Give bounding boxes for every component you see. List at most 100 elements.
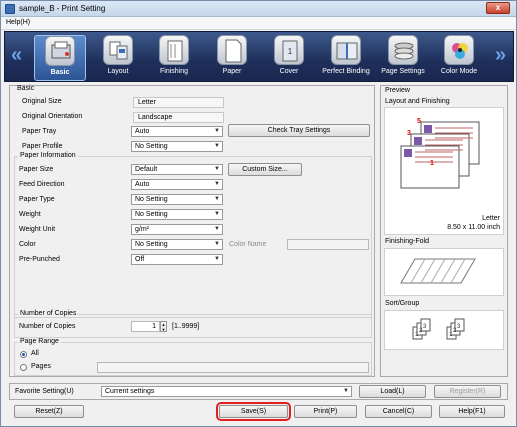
weight-label: Weight xyxy=(19,211,41,218)
tab-cover[interactable]: 1 Cover xyxy=(263,35,315,81)
original-orientation-value: Landscape xyxy=(133,112,224,123)
tab-finishing-label: Finishing xyxy=(159,68,188,75)
paper-type-value: No Setting xyxy=(135,196,168,203)
settings-toolbar: « Basic Layout Finishing Paper 1 Cover P… xyxy=(4,31,514,82)
weight-unit-select[interactable]: g/m² ▼ xyxy=(131,224,223,235)
perfect-binding-icon xyxy=(331,35,361,65)
paper-profile-select[interactable]: No Setting ▼ xyxy=(131,141,223,152)
page-range-pages-label: Pages xyxy=(31,363,51,370)
pages-input[interactable] xyxy=(97,362,369,373)
page-stack-preview-icon xyxy=(400,121,480,189)
menu-help[interactable]: Help(H) xyxy=(6,19,30,26)
save-button[interactable]: Save(S) xyxy=(216,402,291,421)
color-select[interactable]: No Setting ▼ xyxy=(131,239,223,250)
paper-size-label: Paper Size xyxy=(19,166,54,173)
chevron-down-icon: ▼ xyxy=(214,256,220,262)
copies-group: Number of Copies Number of Copies 1 ▲ ▼ [… xyxy=(14,310,372,338)
finishing-icon xyxy=(159,35,189,65)
scroll-left-icon[interactable]: « xyxy=(11,44,22,67)
tab-color-mode[interactable]: Color Mode xyxy=(433,35,485,81)
cancel-button[interactable]: Cancel(C) xyxy=(365,405,432,418)
tab-finishing[interactable]: Finishing xyxy=(148,35,200,81)
original-size-label: Original Size xyxy=(22,98,62,105)
page-number-1: 1 xyxy=(430,160,434,167)
feed-direction-value: Auto xyxy=(135,181,150,188)
paper-tray-label: Paper Tray xyxy=(22,128,57,135)
chevron-down-icon: ▼ xyxy=(214,226,220,232)
copies-spinner[interactable]: ▲ ▼ xyxy=(160,321,167,332)
paper-tray-select[interactable]: Auto ▼ xyxy=(131,126,223,137)
preview-panel: Preview Layout and Finishing 5 3 1 Lette… xyxy=(380,85,508,377)
weight-unit-label: Weight Unit xyxy=(19,226,56,233)
fold-preview-icon xyxy=(400,258,476,284)
paper-profile-value: No Setting xyxy=(135,143,168,150)
pre-punched-value: Off xyxy=(135,256,145,263)
basic-icon xyxy=(45,36,75,66)
copies-title: Number of Copies xyxy=(18,310,79,317)
basic-panel: Basic Original Size Letter Original Orie… xyxy=(9,85,375,377)
page-range-all-radio[interactable] xyxy=(20,351,27,358)
sort-preview-icon: 123 123 xyxy=(412,318,465,340)
sort-group-preview: 123 123 xyxy=(384,310,504,350)
paper-size-value: Default xyxy=(135,166,158,173)
title-bar: sample_B - Print Setting x xyxy=(1,1,516,17)
chevron-down-icon: ▼ xyxy=(343,388,349,394)
page-settings-icon xyxy=(388,35,418,65)
tab-page-settings-label: Page Settings xyxy=(381,68,425,75)
favorite-setting-bar: Favorite Setting(U) Current settings ▼ Lo… xyxy=(9,383,508,400)
chevron-down-icon: ▼ xyxy=(214,181,220,187)
finishing-fold-preview xyxy=(384,248,504,296)
paper-name-label: Letter xyxy=(482,215,500,222)
tab-basic[interactable]: Basic xyxy=(34,35,86,81)
check-tray-settings-button[interactable]: Check Tray Settings xyxy=(228,124,370,137)
menu-bar: Help(H) xyxy=(1,17,516,30)
tab-layout[interactable]: Layout xyxy=(92,35,144,81)
paper-information-group: Paper Information Paper Size Default ▼ Cu… xyxy=(14,152,372,318)
chevron-down-icon: ▼ xyxy=(214,166,220,172)
paper-tray-value: Auto xyxy=(135,128,150,135)
register-button[interactable]: Register(R) xyxy=(434,385,501,398)
copies-input[interactable]: 1 xyxy=(131,321,160,332)
tab-paper-label: Paper xyxy=(222,68,242,75)
feed-direction-select[interactable]: Auto ▼ xyxy=(131,179,223,190)
favorite-setting-select[interactable]: Current settings ▼ xyxy=(101,386,352,397)
weight-value: No Setting xyxy=(135,211,168,218)
tab-page-settings[interactable]: Page Settings xyxy=(377,35,429,81)
original-orientation-label: Original Orientation xyxy=(22,113,83,120)
chevron-down-icon: ▼ xyxy=(214,211,220,217)
page-range-pages-radio[interactable] xyxy=(20,364,27,371)
print-button[interactable]: Print(P) xyxy=(294,405,357,418)
custom-size-button[interactable]: Custom Size... xyxy=(228,163,302,176)
sort-group-label: Sort/Group xyxy=(385,300,420,307)
weight-select[interactable]: No Setting ▼ xyxy=(131,209,223,220)
close-button[interactable]: x xyxy=(486,2,510,14)
layout-icon xyxy=(103,35,133,65)
tab-perfect-binding-label: Perfect Binding xyxy=(322,68,370,75)
copies-range: [1..9999] xyxy=(172,323,200,330)
layout-preview-area: 5 3 1 Letter 8.50 x 11.00 inch xyxy=(384,107,504,235)
tab-perfect-binding[interactable]: Perfect Binding xyxy=(320,35,372,81)
paper-type-select[interactable]: No Setting ▼ xyxy=(131,194,223,205)
tab-basic-label: Basic xyxy=(50,69,70,76)
load-button[interactable]: Load(L) xyxy=(359,385,426,398)
copies-label: Number of Copies xyxy=(19,323,76,330)
finishing-fold-label: Finishing-Fold xyxy=(385,238,429,245)
preview-title: Preview xyxy=(385,87,410,94)
tab-paper[interactable]: Paper xyxy=(206,35,258,81)
page-range-all-label: All xyxy=(31,350,39,357)
paper-size-select[interactable]: Default ▼ xyxy=(131,164,223,175)
cover-icon: 1 xyxy=(274,35,304,65)
color-mode-icon xyxy=(444,35,474,65)
paper-dims-label: 8.50 x 11.00 inch xyxy=(447,224,500,231)
help-button[interactable]: Help(F1) xyxy=(439,405,505,418)
reset-button[interactable]: Reset(Z) xyxy=(14,405,84,418)
pre-punched-select[interactable]: Off ▼ xyxy=(131,254,223,265)
paper-icon xyxy=(217,35,247,65)
color-value: No Setting xyxy=(135,241,168,248)
chevron-down-icon: ▼ xyxy=(214,196,220,202)
tab-layout-label: Layout xyxy=(107,68,129,75)
color-name-label: Color Name xyxy=(229,241,267,248)
print-setting-window: sample_B - Print Setting x Help(H) « Bas… xyxy=(0,0,517,427)
chevron-down-icon: ▼ xyxy=(214,143,220,149)
scroll-right-icon[interactable]: » xyxy=(495,44,506,67)
